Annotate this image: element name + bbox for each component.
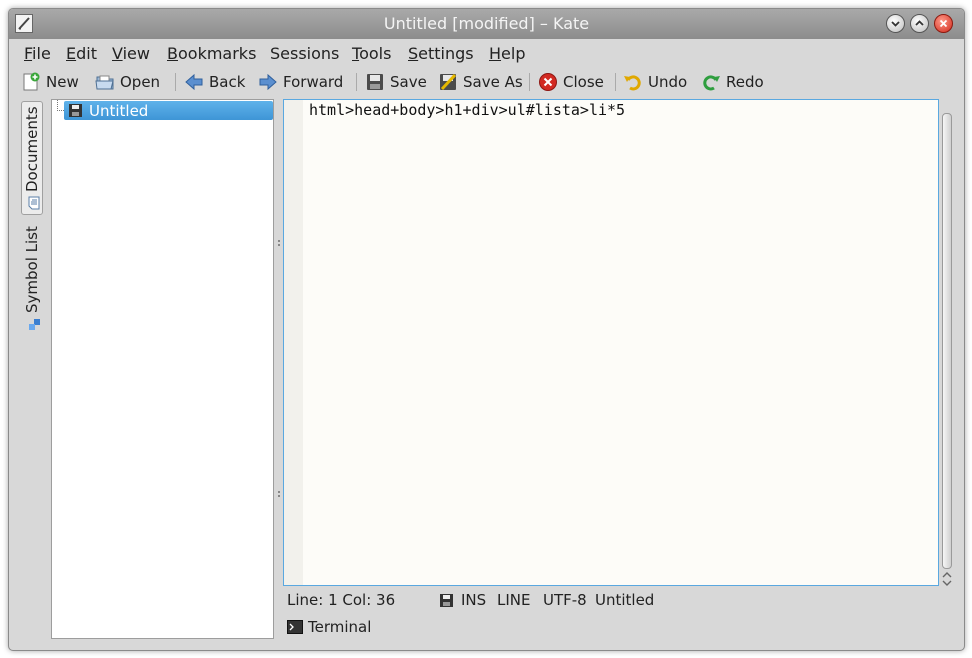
menu-sessions[interactable]: Sessions xyxy=(270,44,339,63)
toolbar-separator xyxy=(529,73,530,91)
open-folder-icon xyxy=(95,72,115,92)
close-circle-icon xyxy=(538,72,558,92)
documents-icon xyxy=(25,196,40,210)
selection-mode[interactable]: LINE xyxy=(497,591,530,609)
save-disk-icon xyxy=(365,72,385,92)
redo-button[interactable]: Redo xyxy=(701,71,764,93)
scroll-down-icon[interactable] xyxy=(939,577,955,589)
redo-icon xyxy=(701,72,721,92)
document-name: Untitled xyxy=(89,102,149,120)
title-bar[interactable]: Untitled [modified] – Kate xyxy=(9,9,964,39)
menu-help[interactable]: Help xyxy=(489,44,525,63)
menu-settings[interactable]: Settings xyxy=(408,44,474,63)
back-arrow-icon xyxy=(184,72,204,92)
minimize-button[interactable] xyxy=(886,14,905,33)
terminal-icon xyxy=(287,620,303,634)
cursor-position: Line: 1 Col: 36 xyxy=(287,591,396,609)
vertical-scrollbar[interactable] xyxy=(939,99,955,586)
splitter-handle[interactable] xyxy=(278,240,280,248)
save-as-button[interactable]: Save As xyxy=(438,71,523,93)
forward-arrow-icon xyxy=(258,72,278,92)
insert-mode[interactable]: INS xyxy=(461,591,486,609)
close-window-button[interactable] xyxy=(934,14,953,33)
encoding[interactable]: UTF-8 xyxy=(543,591,587,609)
document-saved-icon xyxy=(68,103,83,122)
kate-window: Untitled [modified] – Kate File Edit Vie… xyxy=(8,8,965,651)
documents-panel[interactable]: Untitled xyxy=(51,99,274,639)
line-gutter xyxy=(284,100,303,585)
editor-area[interactable]: html>head+body>h1+div>ul#lista>li*5 xyxy=(283,99,939,586)
toolbar-separator xyxy=(175,73,176,91)
code-line[interactable]: html>head+body>h1+div>ul#lista>li*5 xyxy=(309,101,625,119)
forward-button[interactable]: Forward xyxy=(258,71,343,93)
save-as-icon xyxy=(438,72,458,92)
tree-branch-line xyxy=(57,100,64,111)
splitter-handle[interactable] xyxy=(278,491,280,499)
menu-bookmarks[interactable]: Bookmarks xyxy=(167,44,256,63)
minimize-icon xyxy=(891,21,900,27)
scrollbar-handle[interactable] xyxy=(942,113,952,569)
terminal-tab[interactable]: Terminal xyxy=(287,618,371,636)
main-toolbar: New Open Back Forward Save Save As Close… xyxy=(9,67,964,97)
new-document-icon xyxy=(21,72,41,92)
side-tab-bar: Documents Symbol List xyxy=(21,101,45,341)
modified-disk-icon xyxy=(439,593,454,612)
status-document-name: Untitled xyxy=(595,591,655,609)
menu-edit[interactable]: Edit xyxy=(66,44,97,63)
symbol-list-icon xyxy=(25,317,40,331)
window-title: Untitled [modified] – Kate xyxy=(383,14,590,33)
maximize-icon xyxy=(915,20,924,26)
tab-symbol-list[interactable]: Symbol List xyxy=(21,217,43,335)
close-icon xyxy=(939,19,948,28)
menu-file[interactable]: File xyxy=(24,44,51,63)
new-button[interactable]: New xyxy=(21,71,79,93)
menu-bar: File Edit View Bookmarks Sessions Tools … xyxy=(9,39,964,67)
toolbar-separator xyxy=(615,73,616,91)
undo-icon xyxy=(623,72,643,92)
menu-tools[interactable]: Tools xyxy=(352,44,391,63)
open-button[interactable]: Open xyxy=(95,71,160,93)
tab-documents[interactable]: Documents xyxy=(21,101,43,215)
toolbar-separator xyxy=(356,73,357,91)
back-button[interactable]: Back xyxy=(184,71,245,93)
menu-view[interactable]: View xyxy=(112,44,150,63)
save-button[interactable]: Save xyxy=(365,71,427,93)
undo-button[interactable]: Undo xyxy=(623,71,687,93)
document-item[interactable]: Untitled xyxy=(64,101,273,120)
close-document-button[interactable]: Close xyxy=(538,71,604,93)
maximize-button[interactable] xyxy=(910,14,929,33)
